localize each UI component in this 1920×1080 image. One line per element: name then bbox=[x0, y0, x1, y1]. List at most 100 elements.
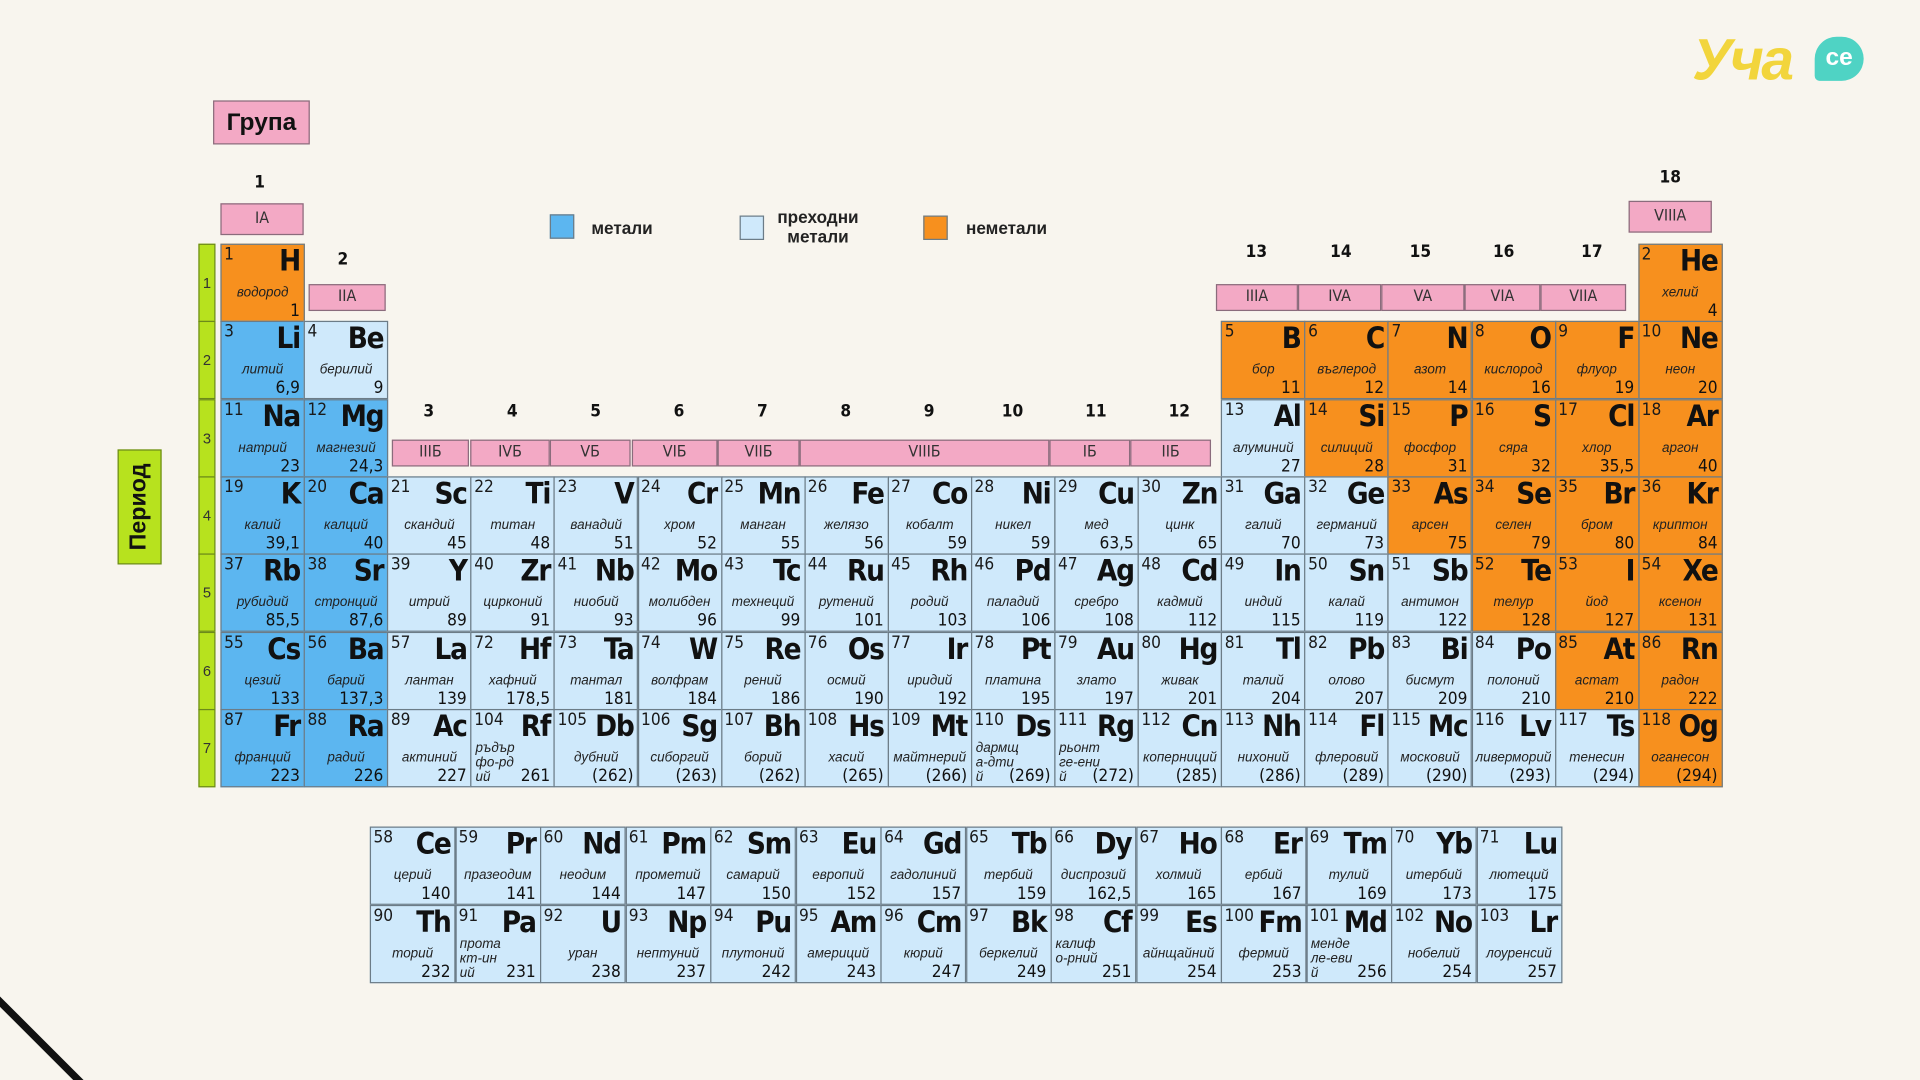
element-cell-pr[interactable]: 59 Pr празеодим 141 bbox=[454, 826, 541, 905]
element-cell-na[interactable]: 11 Na натрий 23 bbox=[220, 398, 305, 478]
element-cell-la[interactable]: 57 La лантан 139 bbox=[387, 631, 472, 710]
element-cell-os[interactable]: 76 Os осмий 190 bbox=[804, 631, 889, 710]
element-cell-ba[interactable]: 56 Ba барий 137,3 bbox=[303, 631, 389, 710]
element-cell-ge[interactable]: 32 Ge германий 73 bbox=[1304, 476, 1389, 555]
element-cell-rh[interactable]: 45 Rh родий 103 bbox=[887, 553, 972, 633]
element-cell-cs[interactable]: 55 Cs цезий 133 bbox=[220, 631, 305, 710]
element-cell-mn[interactable]: 25 Mn манган 55 bbox=[720, 476, 806, 555]
element-cell-xe[interactable]: 54 Xe ксенон 131 bbox=[1637, 553, 1723, 633]
element-cell-pa[interactable]: 91 Pa протакт-иний 231 bbox=[454, 904, 541, 984]
element-cell-te[interactable]: 52 Te телур 128 bbox=[1471, 553, 1556, 633]
element-cell-rn[interactable]: 86 Rn радон 222 bbox=[1637, 631, 1723, 710]
element-cell-tb[interactable]: 65 Tb тербий 159 bbox=[965, 826, 1052, 905]
element-cell-o[interactable]: 8 Oкислород 16 bbox=[1471, 321, 1556, 400]
element-cell-cm[interactable]: 96 Cm кюрий 247 bbox=[880, 904, 967, 984]
element-cell-hs[interactable]: 108 Hs хасий (265) bbox=[804, 708, 889, 788]
element-cell-ce[interactable]: 58 Ce церий 140 bbox=[369, 826, 456, 905]
element-cell-ts[interactable]: 117 Ts тенесин (294) bbox=[1554, 708, 1640, 788]
element-cell-s[interactable]: 16 Sсяра 32 bbox=[1471, 398, 1556, 478]
element-cell-ag[interactable]: 47 Ag сребро 108 bbox=[1054, 553, 1139, 633]
element-cell-ni[interactable]: 28 Ni никел 59 bbox=[970, 476, 1056, 555]
element-cell-sn[interactable]: 50 Sn калай 119 bbox=[1304, 553, 1389, 633]
element-cell-in[interactable]: 49 In индий 115 bbox=[1221, 553, 1306, 633]
element-cell-i[interactable]: 53 Iйод 127 bbox=[1554, 553, 1640, 633]
element-cell-sc[interactable]: 21 Sc скандий 45 bbox=[387, 476, 472, 555]
element-cell-ca[interactable]: 20 Ca калций 40 bbox=[303, 476, 389, 555]
element-cell-ds[interactable]: 110 Ds дармща-дтий (269) bbox=[970, 708, 1056, 788]
element-cell-as[interactable]: 33 As арсен 75 bbox=[1387, 476, 1473, 555]
element-cell-n[interactable]: 7 Nазот 14 bbox=[1387, 321, 1473, 400]
element-cell-nd[interactable]: 60 Nd неодим 144 bbox=[540, 826, 626, 905]
element-cell-at[interactable]: 85 At астат 210 bbox=[1554, 631, 1640, 710]
element-cell-am[interactable]: 95 Am америций 243 bbox=[795, 904, 882, 984]
element-cell-tm[interactable]: 69 Tm тулий 169 bbox=[1305, 826, 1392, 905]
element-cell-fl[interactable]: 114 Fl флеровий (289) bbox=[1304, 708, 1389, 788]
element-cell-li[interactable]: 3 Li литий 6,9 bbox=[220, 321, 305, 400]
element-cell-cl[interactable]: 17 Cl хлор 35,5 bbox=[1554, 398, 1640, 478]
element-cell-w[interactable]: 74 Wволфрам 184 bbox=[637, 631, 722, 710]
element-cell-es[interactable]: 99 Es айнщайний 254 bbox=[1135, 904, 1222, 984]
element-cell-bk[interactable]: 97 Bk беркелий 249 bbox=[965, 904, 1052, 984]
element-cell-pu[interactable]: 94 Pu плутоний 242 bbox=[710, 904, 796, 984]
element-cell-bi[interactable]: 83 Bi бисмут 209 bbox=[1387, 631, 1473, 710]
element-cell-au[interactable]: 79 Au злато 197 bbox=[1054, 631, 1139, 710]
element-cell-he[interactable]: 2 He хелий 4 bbox=[1637, 243, 1723, 323]
element-cell-re[interactable]: 75 Re рений 186 bbox=[720, 631, 806, 710]
element-cell-pm[interactable]: 61 Pm прометий 147 bbox=[625, 826, 711, 905]
element-cell-ho[interactable]: 67 Ho холмий 165 bbox=[1135, 826, 1222, 905]
element-cell-lu[interactable]: 71 Lu лютеций 175 bbox=[1476, 826, 1562, 905]
element-cell-tc[interactable]: 43 Tc технеций 99 bbox=[720, 553, 806, 633]
element-cell-pt[interactable]: 78 Pt платина 195 bbox=[970, 631, 1056, 710]
element-cell-pd[interactable]: 46 Pd паладий 106 bbox=[970, 553, 1056, 633]
element-cell-mo[interactable]: 42 Mo молибден 96 bbox=[637, 553, 722, 633]
element-cell-si[interactable]: 14 Si силиций 28 bbox=[1304, 398, 1389, 478]
element-cell-p[interactable]: 15 Pфосфор 31 bbox=[1387, 398, 1473, 478]
element-cell-cu[interactable]: 29 Cu мед 63,5 bbox=[1054, 476, 1139, 555]
element-cell-rg[interactable]: 111 Rg рьонтге-ений (272) bbox=[1054, 708, 1139, 788]
element-cell-er[interactable]: 68 Er ербий 167 bbox=[1220, 826, 1307, 905]
element-cell-sm[interactable]: 62 Sm самарий 150 bbox=[710, 826, 796, 905]
element-cell-md[interactable]: 101 Md менделе-евий 256 bbox=[1305, 904, 1392, 984]
element-cell-eu[interactable]: 63 Eu европий 152 bbox=[795, 826, 882, 905]
element-cell-pb[interactable]: 82 Pb олово 207 bbox=[1304, 631, 1389, 710]
element-cell-fr[interactable]: 87 Fr франций 223 bbox=[220, 708, 305, 788]
element-cell-u[interactable]: 92 Uуран 238 bbox=[540, 904, 626, 984]
element-cell-bh[interactable]: 107 Bh борий (262) bbox=[720, 708, 806, 788]
element-cell-cd[interactable]: 48 Cd кадмий 112 bbox=[1137, 553, 1223, 633]
element-cell-se[interactable]: 34 Se селен 79 bbox=[1471, 476, 1556, 555]
element-cell-nh[interactable]: 113 Nh нихоний (286) bbox=[1221, 708, 1306, 788]
element-cell-no[interactable]: 102 No нобелий 254 bbox=[1391, 904, 1477, 984]
element-cell-hf[interactable]: 72 Hf хафний 178,5 bbox=[470, 631, 556, 710]
element-cell-og[interactable]: 118 Og оганесон (294) bbox=[1637, 708, 1723, 788]
element-cell-f[interactable]: 9 Fфлуор 19 bbox=[1554, 321, 1640, 400]
element-cell-mt[interactable]: 109 Mt майтнерий (266) bbox=[887, 708, 972, 788]
element-cell-hg[interactable]: 80 Hg живак 201 bbox=[1137, 631, 1223, 710]
element-cell-zr[interactable]: 40 Zr цирконий 91 bbox=[470, 553, 556, 633]
element-cell-gd[interactable]: 64 Gd гадолиний 157 bbox=[880, 826, 967, 905]
element-cell-np[interactable]: 93 Np нептуний 237 bbox=[625, 904, 711, 984]
element-cell-cn[interactable]: 112 Cn коперниций (285) bbox=[1137, 708, 1223, 788]
element-cell-be[interactable]: 4 Be берилий 9 bbox=[303, 321, 389, 400]
element-cell-cr[interactable]: 24 Cr хром 52 bbox=[637, 476, 722, 555]
element-cell-cf[interactable]: 98 Cf калифо-рний 251 bbox=[1050, 904, 1137, 984]
element-cell-k[interactable]: 19 Kкалий 39,1 bbox=[220, 476, 305, 555]
element-cell-lv[interactable]: 116 Lv ливерморий (293) bbox=[1471, 708, 1556, 788]
element-cell-lr[interactable]: 103 Lr лоуренсий 257 bbox=[1476, 904, 1562, 984]
element-cell-rf[interactable]: 104 Rf ръдърфо-рдий 261 bbox=[470, 708, 556, 788]
element-cell-ac[interactable]: 89 Ac актиний 227 bbox=[387, 708, 472, 788]
element-cell-h[interactable]: 1 Hводород 1 bbox=[220, 243, 305, 323]
element-cell-th[interactable]: 90 Th торий 232 bbox=[369, 904, 456, 984]
element-cell-kr[interactable]: 36 Kr криптон 84 bbox=[1637, 476, 1723, 555]
element-cell-sb[interactable]: 51 Sb антимон 122 bbox=[1387, 553, 1473, 633]
element-cell-ti[interactable]: 22 Ti титан 48 bbox=[470, 476, 556, 555]
element-cell-al[interactable]: 13 Al алуминий 27 bbox=[1221, 398, 1306, 478]
element-cell-yb[interactable]: 70 Yb итербий 173 bbox=[1391, 826, 1477, 905]
element-cell-db[interactable]: 105 Db дубний (262) bbox=[553, 708, 639, 788]
element-cell-ar[interactable]: 18 Ar аргон 40 bbox=[1637, 398, 1723, 478]
element-cell-fe[interactable]: 26 Fe желязо 56 bbox=[804, 476, 889, 555]
element-cell-ga[interactable]: 31 Ga галий 70 bbox=[1221, 476, 1306, 555]
element-cell-fm[interactable]: 100 Fm фермий 253 bbox=[1220, 904, 1307, 984]
element-cell-ru[interactable]: 44 Ru рутений 101 bbox=[804, 553, 889, 633]
element-cell-ra[interactable]: 88 Ra радий 226 bbox=[303, 708, 389, 788]
element-cell-ne[interactable]: 10 Ne неон 20 bbox=[1637, 321, 1723, 400]
